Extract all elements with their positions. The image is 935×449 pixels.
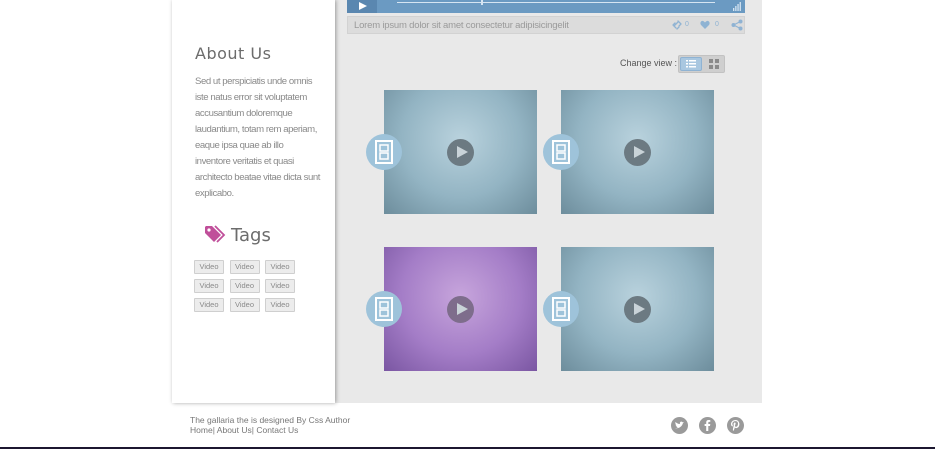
video-caption-bar: Lorem ipsum dolor sit amet consectetur a… bbox=[347, 16, 745, 34]
volume-icon[interactable] bbox=[733, 2, 741, 11]
sidebar: About Us Sed ut perspiciatis unde omnis … bbox=[172, 0, 335, 403]
list-view-button[interactable] bbox=[680, 57, 702, 71]
progress-handle[interactable] bbox=[481, 0, 483, 5]
film-icon bbox=[543, 134, 579, 170]
tag-item[interactable]: Video bbox=[229, 260, 260, 274]
about-title: About Us bbox=[195, 44, 272, 63]
like-count: 0 bbox=[715, 21, 719, 28]
tag-item[interactable]: Video bbox=[265, 279, 295, 293]
tag-item[interactable]: Video bbox=[229, 279, 260, 293]
grid-view-button[interactable] bbox=[704, 57, 724, 71]
share-icon[interactable] bbox=[731, 19, 743, 31]
film-icon bbox=[543, 291, 579, 327]
film-icon bbox=[366, 291, 402, 327]
footer-credit: The gallaria the is designed By Css Auth… bbox=[190, 415, 351, 425]
grid-view-icon bbox=[709, 59, 719, 69]
video-thumbnail[interactable] bbox=[384, 247, 537, 371]
change-view-label: Change view : bbox=[620, 58, 678, 68]
pinterest-icon[interactable] bbox=[727, 417, 744, 434]
video-thumbnail[interactable] bbox=[561, 90, 714, 214]
footer-link-contact[interactable]: Contact Us bbox=[256, 425, 298, 435]
footer-link-home[interactable]: Home bbox=[190, 425, 213, 435]
page: About Us Sed ut perspiciatis unde omnis … bbox=[0, 0, 935, 449]
tags-title: Tags bbox=[231, 225, 271, 246]
list-view-icon bbox=[686, 60, 696, 68]
play-icon[interactable] bbox=[624, 139, 651, 166]
progress-track[interactable] bbox=[397, 2, 715, 3]
tag-item[interactable]: Video bbox=[194, 298, 224, 312]
play-icon[interactable] bbox=[447, 139, 474, 166]
tag-item[interactable]: Video bbox=[194, 279, 224, 293]
about-text: Sed ut perspiciatis unde omnis iste natu… bbox=[195, 76, 320, 199]
tag-item[interactable]: Video bbox=[194, 260, 224, 274]
video-player-controls bbox=[347, 0, 745, 13]
tag-list: Video Video Video Video Video Video Vide… bbox=[194, 260, 304, 312]
footer-links: Home| About Us| Contact Us bbox=[190, 425, 299, 435]
facebook-icon[interactable] bbox=[699, 417, 716, 434]
tag-item[interactable]: Video bbox=[265, 298, 295, 312]
video-thumbnail[interactable] bbox=[561, 247, 714, 371]
play-icon[interactable] bbox=[624, 296, 651, 323]
tag-item[interactable]: Video bbox=[265, 260, 295, 274]
link-count: 0 bbox=[685, 21, 689, 28]
view-toggle bbox=[678, 55, 725, 73]
video-thumbnail[interactable] bbox=[384, 90, 537, 214]
footer-link-about[interactable]: About Us bbox=[217, 425, 252, 435]
link-icon[interactable] bbox=[672, 20, 682, 30]
heart-icon[interactable] bbox=[700, 20, 710, 30]
tag-icon bbox=[205, 225, 226, 243]
play-button[interactable] bbox=[347, 0, 377, 13]
tag-item[interactable]: Video bbox=[229, 298, 260, 312]
film-icon bbox=[366, 134, 402, 170]
video-caption: Lorem ipsum dolor sit amet consectetur a… bbox=[354, 20, 569, 31]
play-icon[interactable] bbox=[447, 296, 474, 323]
twitter-icon[interactable] bbox=[671, 417, 688, 434]
